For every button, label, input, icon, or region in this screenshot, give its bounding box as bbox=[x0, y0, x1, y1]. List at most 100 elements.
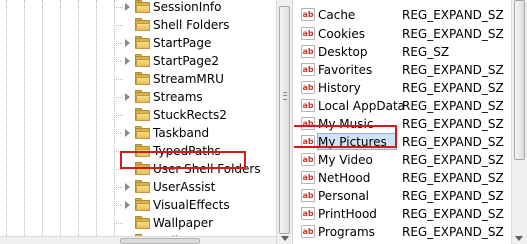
scrollbar-thumb[interactable] bbox=[514, 0, 525, 160]
folder-icon bbox=[135, 54, 150, 67]
value-type: REG_EXPAND_SZ bbox=[402, 8, 504, 22]
tree-item-label: UserAssist bbox=[153, 180, 216, 194]
folder-icon bbox=[135, 36, 150, 49]
tree-item-startpage[interactable]: StartPage bbox=[0, 34, 276, 52]
tree-item-label: StartPage2 bbox=[153, 54, 219, 68]
value-name: PrintHood bbox=[318, 207, 377, 221]
value-type: REG_EXPAND_SZ bbox=[402, 171, 504, 185]
string-value-icon: ab bbox=[301, 99, 315, 112]
string-value-icon: ab bbox=[301, 27, 315, 40]
folder-icon bbox=[135, 18, 150, 31]
string-value-icon: ab bbox=[301, 8, 315, 21]
tree-item-label: StuckRects2 bbox=[153, 108, 227, 122]
tree-item-label: Streams bbox=[153, 90, 203, 104]
folder-icon bbox=[135, 0, 150, 13]
tree-item-visualeffects[interactable]: VisualEffects bbox=[0, 196, 276, 214]
value-type: REG_EXPAND_SZ bbox=[402, 207, 504, 221]
folder-icon bbox=[135, 198, 150, 211]
folder-icon bbox=[135, 180, 150, 193]
string-value-icon: ab bbox=[301, 45, 315, 58]
value-name: NetHood bbox=[318, 171, 371, 185]
value-name: Personal bbox=[318, 189, 370, 203]
value-row[interactable]: ab Local AppData REG_EXPAND_SZ bbox=[294, 96, 511, 116]
value-name: Programs bbox=[318, 225, 375, 239]
value-name: My Video bbox=[318, 153, 373, 167]
tree-item-streams[interactable]: Streams bbox=[0, 88, 276, 106]
grip-icon bbox=[283, 92, 287, 100]
scrollbar-thumb[interactable] bbox=[120, 238, 200, 244]
value-row[interactable]: ab Cookies REG_EXPAND_SZ bbox=[294, 24, 511, 44]
string-value-icon: ab bbox=[301, 189, 315, 202]
value-name: Favorites bbox=[318, 63, 373, 77]
tree-vertical-scrollbar[interactable] bbox=[276, 0, 293, 244]
value-type: REG_EXPAND_SZ bbox=[402, 117, 504, 131]
value-row[interactable]: ab Favorites REG_EXPAND_SZ bbox=[294, 60, 511, 80]
value-type: REG_EXPAND_SZ bbox=[402, 225, 504, 239]
value-type: REG_EXPAND_SZ bbox=[402, 99, 504, 113]
expand-arrow-icon[interactable] bbox=[125, 201, 130, 209]
value-row[interactable]: ab History REG_EXPAND_SZ bbox=[294, 78, 511, 98]
folder-icon bbox=[135, 90, 150, 103]
tree-item-userassist[interactable]: UserAssist bbox=[0, 178, 276, 196]
tree-item-label: VisualEffects bbox=[153, 198, 230, 212]
tree-item-wallpaper[interactable]: Wallpaper bbox=[0, 214, 276, 232]
value-type: REG_EXPAND_SZ bbox=[402, 153, 504, 167]
value-row[interactable]: ab Personal REG_EXPAND_SZ bbox=[294, 186, 511, 206]
string-value-icon: ab bbox=[301, 207, 315, 220]
scroll-down-arrow-icon[interactable] bbox=[281, 236, 289, 241]
tree-item-label: Taskband bbox=[153, 126, 210, 140]
value-type: REG_EXPAND_SZ bbox=[402, 81, 504, 95]
value-name: Desktop bbox=[318, 45, 368, 59]
value-row[interactable]: ab Programs REG_EXPAND_SZ bbox=[294, 222, 511, 242]
value-row[interactable]: ab Cache REG_EXPAND_SZ bbox=[294, 5, 511, 25]
string-value-icon: ab bbox=[301, 81, 315, 94]
string-value-icon: ab bbox=[301, 153, 315, 166]
tree-item-label: Wallpaper bbox=[153, 216, 214, 230]
tree-item-stuckrects2[interactable]: StuckRects2 bbox=[0, 106, 276, 124]
tree-item-streammru[interactable]: StreamMRU bbox=[0, 70, 276, 88]
tree-item-label: StreamMRU bbox=[153, 72, 224, 86]
expand-arrow-icon[interactable] bbox=[125, 3, 130, 11]
expand-arrow-icon[interactable] bbox=[125, 93, 130, 101]
tree-item-label: SessionInfo bbox=[153, 0, 222, 14]
registry-editor: SessionInfo Shell Folders StartPage Star… bbox=[0, 0, 527, 244]
tree-item-shell-folders[interactable]: Shell Folders bbox=[0, 16, 276, 34]
value-name: Cookies bbox=[318, 27, 365, 41]
value-list-scrollbar[interactable] bbox=[511, 0, 527, 244]
value-row[interactable]: ab Desktop REG_SZ bbox=[294, 42, 511, 62]
folder-icon bbox=[135, 216, 150, 229]
tree-item-label: Shell Folders bbox=[153, 18, 230, 32]
value-type: REG_EXPAND_SZ bbox=[402, 63, 504, 77]
value-row[interactable]: ab NetHood REG_EXPAND_SZ bbox=[294, 168, 511, 188]
value-type: REG_EXPAND_SZ bbox=[402, 27, 504, 41]
value-row[interactable]: ab PrintHood REG_EXPAND_SZ bbox=[294, 204, 511, 224]
string-value-icon: ab bbox=[301, 225, 315, 238]
registry-key-tree[interactable]: SessionInfo Shell Folders StartPage Star… bbox=[0, 0, 276, 244]
folder-icon bbox=[135, 126, 150, 139]
value-name: History bbox=[318, 81, 361, 95]
value-type: REG_EXPAND_SZ bbox=[402, 189, 504, 203]
value-name: Local AppData bbox=[318, 99, 406, 113]
tree-item-startpage2[interactable]: StartPage2 bbox=[0, 52, 276, 70]
tree-item-sessioninfo[interactable]: SessionInfo bbox=[0, 0, 276, 16]
folder-icon bbox=[135, 72, 150, 85]
scrollbar-thumb[interactable] bbox=[279, 6, 290, 234]
tree-horizontal-scrollbar[interactable] bbox=[0, 236, 276, 244]
string-value-icon: ab bbox=[301, 171, 315, 184]
value-name: Cache bbox=[318, 8, 356, 22]
highlight-box bbox=[294, 125, 397, 148]
expand-arrow-icon[interactable] bbox=[125, 57, 130, 65]
value-type: REG_SZ bbox=[402, 45, 450, 59]
expand-arrow-icon[interactable] bbox=[125, 183, 130, 191]
tree-item-label: StartPage bbox=[153, 36, 212, 50]
folder-icon bbox=[135, 108, 150, 121]
highlight-box bbox=[120, 151, 246, 169]
expand-arrow-icon[interactable] bbox=[125, 129, 130, 137]
expand-arrow-icon[interactable] bbox=[125, 39, 130, 47]
value-type: REG_EXPAND_SZ bbox=[402, 135, 504, 149]
tree-item-taskband[interactable]: Taskband bbox=[0, 124, 276, 142]
registry-value-list[interactable]: ab Cache REG_EXPAND_SZ ab Cookies REG_EX… bbox=[294, 0, 511, 244]
scroll-down-arrow-icon[interactable] bbox=[515, 236, 523, 241]
string-value-icon: ab bbox=[301, 63, 315, 76]
value-row[interactable]: ab My Video REG_EXPAND_SZ bbox=[294, 150, 511, 170]
